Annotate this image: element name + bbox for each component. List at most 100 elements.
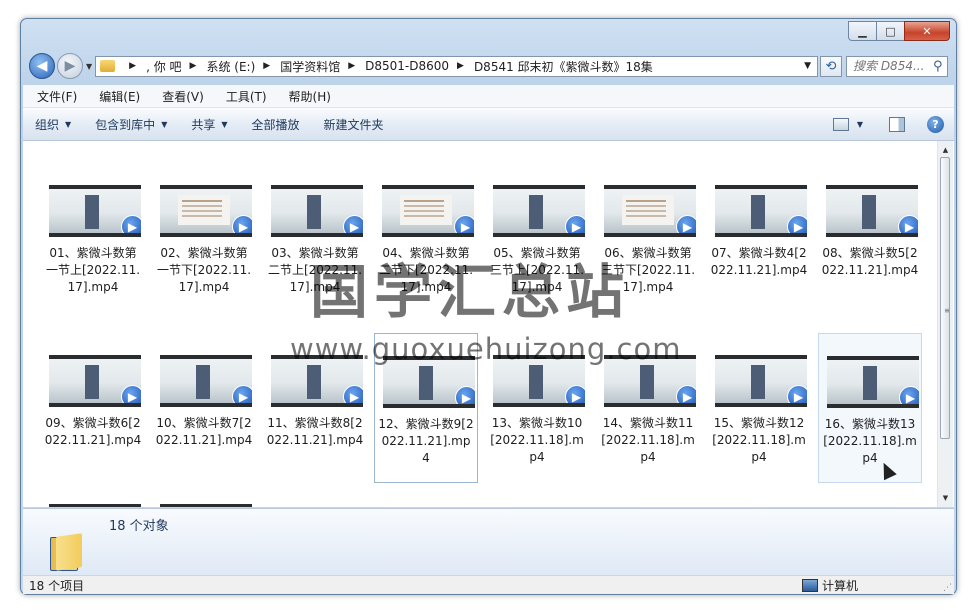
- media-player-icon: ▶: [343, 385, 363, 403]
- scroll-up-icon[interactable]: ▲: [938, 143, 953, 157]
- file-name: 15、紫微斗数12[2022.11.18].mp4: [712, 416, 806, 464]
- menu-item[interactable]: 文件(F): [29, 88, 85, 105]
- breadcrumb-item[interactable]: 国学资料馆: [280, 58, 340, 75]
- file-item[interactable]: ▶ 15、紫微斗数12[2022.11.18].mp4: [707, 333, 811, 483]
- media-player-icon: ▶: [455, 386, 475, 404]
- video-thumbnail: ▶: [715, 355, 807, 407]
- breadcrumb-item[interactable]: D8501-D8600: [365, 59, 449, 73]
- menu-item[interactable]: 帮助(H): [281, 88, 339, 105]
- video-thumbnail: ▶: [160, 185, 252, 237]
- file-name: 14、紫微斗数11[2022.11.18].mp4: [601, 416, 695, 464]
- chevron-down-icon: ▼: [221, 119, 228, 129]
- video-thumbnail: ▶: [604, 185, 696, 237]
- breadcrumb-separator-icon[interactable]: ▶: [348, 61, 355, 71]
- search-input[interactable]: [851, 58, 933, 74]
- folder-icon: [100, 60, 116, 72]
- resize-grip-icon[interactable]: ⋰: [943, 583, 952, 593]
- breadcrumb-item[interactable]: 系统 (E:): [206, 58, 255, 75]
- file-item[interactable]: ▶ 01、紫微斗数第一节上[2022.11.17].mp4: [41, 163, 145, 313]
- share-label: 共享: [191, 117, 216, 132]
- share-button[interactable]: 共享 ▼: [179, 116, 239, 133]
- address-bar[interactable]: ▶ , 你 吧 ▶ 系统 (E:) ▶ 国学资料馆 ▶ D8501-D8600 ▶ D8541 邱…: [95, 55, 818, 77]
- status-bar: 18 个项目 计算机 ⋰: [23, 575, 954, 594]
- command-bar: 组织 ▼ 包含到库中 ▼ 共享 ▼ 全部播放 新建文件夹 ▼ ?: [23, 108, 954, 141]
- computer-icon: [801, 578, 818, 592]
- organize-label: 组织: [35, 117, 60, 132]
- watermark-text: 国学汇总站: [310, 258, 631, 326]
- partial-thumbnail: [160, 504, 252, 507]
- address-dropdown-icon[interactable]: ▼: [804, 61, 811, 71]
- file-item[interactable]: ▶ 09、紫微斗数6[2022.11.21].mp4: [41, 333, 145, 483]
- location-zone: 计算机: [801, 577, 858, 594]
- forward-arrow-icon: ▶: [64, 58, 76, 74]
- caption-buttons: ▁ □ ✕: [848, 21, 950, 41]
- file-item[interactable]: ▶ 10、紫微斗数7[2022.11.21].mp4: [152, 333, 256, 483]
- watermark-url: www.guoxuehuizong.com: [290, 332, 682, 366]
- video-thumbnail: ▶: [827, 356, 919, 408]
- video-thumbnail: ▶: [49, 185, 141, 237]
- preview-pane-icon[interactable]: [889, 116, 905, 132]
- media-player-icon: ▶: [121, 385, 141, 403]
- play-all-button[interactable]: 全部播放: [240, 116, 312, 133]
- scrollbar-thumb[interactable]: ≡: [940, 157, 950, 439]
- recent-pages-dropdown[interactable]: ▼: [86, 62, 92, 71]
- file-name: 08、紫微斗数5[2022.11.21].mp4: [821, 246, 919, 277]
- search-box[interactable]: ⚲: [846, 55, 948, 77]
- file-item[interactable]: ▶ 08、紫微斗数5[2022.11.21].mp4: [818, 163, 922, 313]
- change-view-icon[interactable]: [832, 117, 849, 131]
- location-label: 计算机: [821, 578, 858, 593]
- breadcrumb-item[interactable]: , 你 吧: [146, 58, 181, 75]
- grip-icon: ≡: [944, 306, 949, 315]
- file-name: 10、紫微斗数7[2022.11.21].mp4: [155, 416, 253, 447]
- back-button[interactable]: ◀: [29, 53, 55, 79]
- video-thumbnail: ▶: [715, 185, 807, 237]
- file-name: 01、紫微斗数第一节上[2022.11.17].mp4: [45, 246, 141, 294]
- chevron-down-icon: ▼: [65, 119, 72, 129]
- media-player-icon: ▶: [121, 215, 141, 233]
- file-name: 13、紫微斗数10[2022.11.18].mp4: [490, 416, 584, 464]
- breadcrumb-item[interactable]: D8541 邱末初《紫微斗数》18集: [474, 58, 653, 75]
- file-name: 11、紫微斗数8[2022.11.21].mp4: [266, 416, 364, 447]
- scroll-down-icon[interactable]: ▼: [938, 491, 953, 505]
- file-item[interactable]: ▶ 07、紫微斗数4[2022.11.21].mp4: [707, 163, 811, 313]
- search-icon[interactable]: ⚲: [933, 59, 943, 74]
- file-name: 09、紫微斗数6[2022.11.21].mp4: [44, 416, 142, 447]
- media-player-icon: ▶: [565, 385, 585, 403]
- forward-button[interactable]: ▶: [57, 53, 83, 79]
- breadcrumb-separator-icon[interactable]: ▶: [190, 61, 197, 71]
- video-thumbnail: ▶: [493, 185, 585, 237]
- organize-button[interactable]: 组织 ▼: [23, 116, 83, 133]
- menu-item[interactable]: 查看(V): [154, 88, 212, 105]
- media-player-icon: ▶: [232, 215, 252, 233]
- media-player-icon: ▶: [343, 215, 363, 233]
- new-folder-button[interactable]: 新建文件夹: [312, 116, 396, 133]
- media-player-icon: ▶: [898, 215, 918, 233]
- menu-item[interactable]: 工具(T): [218, 88, 275, 105]
- object-count: 18 个对象: [109, 519, 169, 534]
- partial-thumbnail: [49, 504, 141, 507]
- video-thumbnail: ▶: [271, 185, 363, 237]
- refresh-button[interactable]: ⟲: [820, 55, 842, 77]
- file-name: 07、紫微斗数4[2022.11.21].mp4: [710, 246, 808, 277]
- media-player-icon: ▶: [787, 385, 807, 403]
- help-icon[interactable]: ?: [927, 115, 944, 133]
- breadcrumb-separator-icon[interactable]: ▶: [129, 61, 136, 71]
- vertical-scrollbar[interactable]: ▲ ≡ ▼: [937, 141, 953, 507]
- navigation-row: ◀ ▶ ▼ ▶ , 你 吧 ▶ 系统 (E:) ▶ 国学资料馆 ▶ D8501-D8600 ▶ D…: [29, 53, 948, 79]
- media-player-icon: ▶: [232, 385, 252, 403]
- file-item[interactable]: ▶ 16、紫微斗数13[2022.11.18].mp4: [818, 333, 922, 483]
- view-dropdown-icon[interactable]: ▼: [849, 120, 863, 129]
- breadcrumb: ▶ , 你 吧 ▶ 系统 (E:) ▶ 国学资料馆 ▶ D8501-D8600 ▶ D8541 邱…: [121, 58, 653, 75]
- maximize-button[interactable]: □: [876, 21, 905, 41]
- file-name: 02、紫微斗数第一节下[2022.11.17].mp4: [156, 246, 252, 294]
- file-item[interactable]: ▶ 02、紫微斗数第一节下[2022.11.17].mp4: [152, 163, 256, 313]
- breadcrumb-separator-icon[interactable]: ▶: [457, 61, 464, 71]
- folder-icon: [50, 533, 86, 571]
- video-thumbnail: ▶: [160, 355, 252, 407]
- menu-item[interactable]: 编辑(E): [91, 88, 148, 105]
- include-in-library-button[interactable]: 包含到库中 ▼: [83, 116, 179, 133]
- minimize-button[interactable]: ▁: [848, 21, 877, 41]
- close-button[interactable]: ✕: [904, 21, 950, 41]
- back-arrow-icon: ◀: [36, 58, 48, 74]
- breadcrumb-separator-icon[interactable]: ▶: [263, 61, 270, 71]
